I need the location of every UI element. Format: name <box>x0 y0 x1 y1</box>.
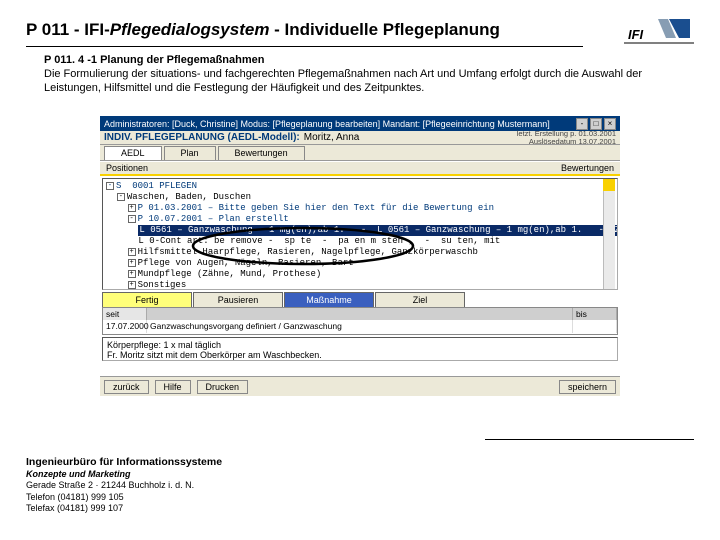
footer-subtitle: Konzepte und Marketing <box>26 469 426 480</box>
grid-header-seit[interactable]: seit <box>103 308 147 320</box>
back-button[interactable]: zurück <box>104 380 149 394</box>
expand-icon[interactable]: + <box>128 248 136 256</box>
window-title: Administratoren: [Duck, Christine] Modus… <box>104 119 550 129</box>
collapse-icon[interactable]: - <box>106 182 114 190</box>
expand-icon[interactable]: + <box>128 270 136 278</box>
grid-cell[interactable]: 17.07.2000 <box>103 320 147 333</box>
window-maximize-button[interactable]: □ <box>590 118 602 130</box>
tree-item[interactable]: P 10.07.2001 – Plan erstellt <box>138 214 289 224</box>
footer-fax: Telefax (04181) 999 107 <box>26 503 426 514</box>
app-window: Administratoren: [Duck, Christine] Modus… <box>100 116 620 396</box>
print-button[interactable]: Drucken <box>197 380 249 394</box>
window-minimize-button[interactable]: - <box>576 118 588 130</box>
grid: seit bis 17.07.2000 Ganzwaschungsvorgang… <box>102 307 618 335</box>
tab-ziel[interactable]: Ziel <box>375 292 465 307</box>
tab-plan[interactable]: Plan <box>164 146 216 160</box>
description-heading: P 011. 4 -1 Planung der Pflegemaßnahmen <box>44 54 664 68</box>
tab-fertig[interactable]: Fertig <box>102 292 192 307</box>
yellow-divider <box>100 174 620 176</box>
grid-cell[interactable]: Ganzwaschungsvorgang definiert / Ganzwas… <box>147 320 573 333</box>
upper-tabs: AEDL Plan Bewertungen <box>100 145 620 161</box>
details-textbox[interactable]: Körperpflege: 1 x mal täglich Fr. Moritz… <box>102 337 618 361</box>
title-rule <box>26 46 583 47</box>
tree-item-selected[interactable]: L 0561 – Ganzwaschung – 1 mg(en),ab 1. -… <box>138 225 618 236</box>
grid-header-bis[interactable]: bis <box>573 308 617 320</box>
save-button[interactable]: speichern <box>559 380 616 394</box>
lower-tabs: Fertig Pausieren Maßnahme Ziel <box>102 292 618 307</box>
tree-scrollbar[interactable] <box>603 179 615 289</box>
tree-item[interactable]: L 0-Cont art: be remove - sp te - pa en … <box>138 236 500 246</box>
tree-item[interactable]: Waschen, Baden, Duschen <box>127 192 251 202</box>
tree-root[interactable]: S 0001 PFLEGEN <box>116 181 197 191</box>
expand-icon[interactable]: + <box>128 259 136 267</box>
tab-pausieren[interactable]: Pausieren <box>193 292 283 307</box>
tree-item[interactable]: Mundpflege (Zähne, Mund, Prothese) <box>138 269 322 279</box>
svg-text:IFI: IFI <box>628 27 644 42</box>
footer-telephone: Telefon (04181) 999 105 <box>26 492 426 503</box>
page-title: P 011 - IFI-Pflegedialogsystem - Individ… <box>26 20 500 40</box>
app-dates: letzt. Erstellung p. 01.03.2001 Auslösed… <box>517 130 616 145</box>
window-close-button[interactable]: × <box>604 118 616 130</box>
app-subtitle-label: INDIV. PFLEGEPLANUNG (AEDL-Modell): <box>104 132 300 143</box>
labels-row: Positionen Bewertungen <box>100 161 620 174</box>
page-footer: Ingenieurbüro für Informationssysteme Ko… <box>26 456 426 514</box>
app-footer: zurück Hilfe Drucken speichern <box>100 376 620 396</box>
label-bewertungen: Bewertungen <box>561 163 614 173</box>
footer-rule <box>485 439 694 440</box>
description-body: Die Formulierung der situations- und fac… <box>44 68 664 96</box>
tree-item[interactable]: Hilfsmittel Haarpflege, Rasieren, Nagelp… <box>138 247 478 257</box>
grid-row[interactable]: 17.07.2000 Ganzwaschungsvorgang definier… <box>103 320 617 333</box>
tab-aedl[interactable]: AEDL <box>104 146 162 160</box>
tree-item[interactable]: Sonstiges <box>138 280 187 290</box>
footer-address: Gerade Straße 2 · 21244 Buchholz i. d. N… <box>26 480 426 491</box>
expand-icon[interactable]: + <box>128 204 136 212</box>
label-positionen: Positionen <box>106 163 148 173</box>
grid-header-main[interactable] <box>147 308 573 320</box>
expand-icon[interactable]: - <box>128 215 136 223</box>
footer-company: Ingenieurbüro für Informationssysteme <box>26 456 426 469</box>
tree-item[interactable]: P 01.03.2001 – Bitte geben Sie hier den … <box>138 203 494 213</box>
help-button[interactable]: Hilfe <box>155 380 191 394</box>
expand-icon[interactable]: - <box>117 193 125 201</box>
tree-item[interactable]: Pflege von Augen, Nägeln, Rasieren, Bart <box>138 258 354 268</box>
app-subtitle-bar: INDIV. PFLEGEPLANUNG (AEDL-Modell): Mori… <box>100 131 620 145</box>
app-subtitle-name: Moritz, Anna <box>304 132 360 143</box>
tab-massnahme[interactable]: Maßnahme <box>284 292 374 307</box>
expand-icon[interactable]: + <box>128 281 136 289</box>
tree-panel[interactable]: -S 0001 PFLEGEN -Waschen, Baden, Duschen… <box>102 178 618 290</box>
description-block: P 011. 4 -1 Planung der Pflegemaßnahmen … <box>44 54 664 95</box>
ifi-logo: IFI <box>624 14 694 44</box>
grid-cell[interactable] <box>573 320 617 333</box>
tab-bewertungen[interactable]: Bewertungen <box>218 146 305 160</box>
